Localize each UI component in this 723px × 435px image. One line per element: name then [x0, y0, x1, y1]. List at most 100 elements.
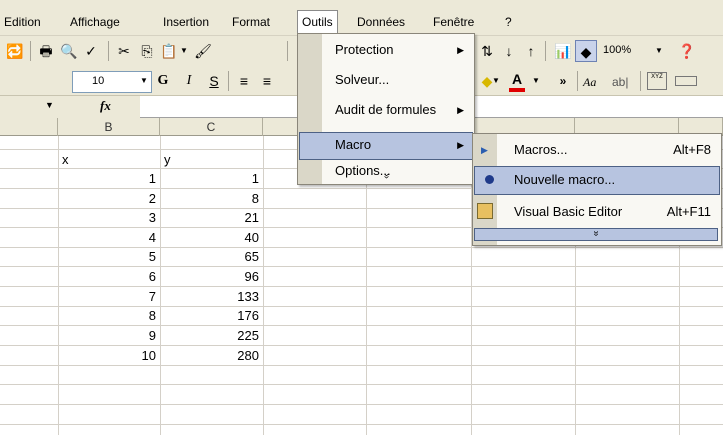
font-size-value: 10 — [92, 75, 105, 87]
cell-y[interactable]: 176 — [160, 306, 259, 325]
menu-item-protection[interactable]: Protection ▶ — [298, 36, 472, 64]
sort-icon[interactable]: ⇅ — [476, 40, 498, 62]
cell-y[interactable]: 21 — [160, 208, 259, 227]
separator — [30, 41, 31, 61]
cell-x[interactable]: 6 — [58, 267, 156, 286]
xyz-frame-icon[interactable]: XYZ — [647, 72, 667, 90]
cell-y[interactable]: 96 — [160, 267, 259, 286]
cell-x[interactable]: 10 — [58, 346, 156, 365]
toolbar-options-icon[interactable]: » — [552, 70, 574, 92]
cell-x[interactable]: 7 — [58, 287, 156, 306]
font-color-bar — [509, 88, 525, 92]
column-header-b[interactable]: B — [58, 118, 160, 136]
permission-icon[interactable]: 🔁 — [4, 40, 26, 62]
separator — [287, 41, 288, 61]
cell-y[interactable]: 1 — [160, 169, 259, 188]
align-left-icon[interactable]: ≡ — [233, 70, 255, 92]
menu-bar: Edition Affichage Insertion Format Outil… — [0, 0, 723, 36]
menu-item-label: Macro — [335, 137, 372, 152]
menu-fenetre[interactable]: Fenêtre — [433, 13, 474, 31]
ab-sample[interactable]: ab| — [612, 75, 628, 89]
menu-edition[interactable]: Edition — [4, 13, 41, 31]
play-icon: ▶ — [481, 145, 488, 155]
expand-menu-icon: » — [590, 230, 602, 237]
menu-item-label: Protection — [335, 42, 394, 57]
name-box[interactable]: ▼ fx — [0, 96, 140, 118]
font-color-button[interactable]: A — [506, 68, 528, 90]
cell-y[interactable]: 133 — [160, 287, 259, 306]
grid-line — [0, 404, 723, 405]
zoom-select[interactable]: 100% — [600, 41, 655, 61]
cell-x[interactable]: 5 — [58, 247, 156, 266]
expand-submenu-button[interactable]: » — [474, 228, 718, 241]
print-preview-icon[interactable]: 🔍 — [58, 40, 80, 62]
menu-item-shortcut: Alt+F8 — [673, 142, 711, 157]
record-dot-icon — [485, 175, 494, 184]
expand-menu-icon[interactable]: » — [380, 88, 392, 264]
bold-button[interactable]: G — [152, 70, 174, 92]
menu-item-label: Macros... — [514, 142, 568, 157]
spelling-icon[interactable]: ✓ — [80, 40, 102, 62]
font-size-select[interactable]: 10 ▼ — [72, 71, 152, 93]
cell-x[interactable]: 4 — [58, 228, 156, 247]
separator — [577, 71, 578, 91]
underline-button[interactable]: S — [203, 70, 225, 92]
help-icon[interactable]: ❓ — [676, 40, 698, 62]
macro-submenu: ▶ Macros... Alt+F8 Nouvelle macro... Vis… — [472, 133, 722, 246]
select-all-corner[interactable] — [0, 118, 58, 136]
cell-x[interactable]: 2 — [58, 189, 156, 208]
chevron-down-icon[interactable]: ▼ — [137, 72, 151, 90]
cell-y[interactable]: 8 — [160, 189, 259, 208]
grid-line — [0, 384, 723, 385]
cut-icon[interactable]: ✂ — [113, 40, 135, 62]
cell-y-header[interactable]: y — [164, 150, 171, 169]
submenu-arrow-icon: ▶ — [457, 140, 464, 150]
font-color-letter: A — [511, 71, 523, 87]
grid-line — [0, 424, 723, 425]
chevron-down-icon[interactable]: ▼ — [45, 100, 54, 110]
chevron-down-icon[interactable]: ▼ — [178, 40, 190, 62]
separator — [545, 41, 546, 61]
cell-y[interactable]: 65 — [160, 247, 259, 266]
sort-ascending-icon[interactable]: ↓ — [498, 40, 520, 62]
menu-affichage[interactable]: Affichage — [70, 13, 120, 31]
sort-descending-icon[interactable]: ↑ — [520, 40, 542, 62]
drawing-icon[interactable]: ◆ — [575, 40, 597, 62]
cell-x[interactable]: 3 — [58, 208, 156, 227]
separator — [108, 41, 109, 61]
submenu-arrow-icon: ▶ — [457, 105, 464, 115]
cell-x-header[interactable]: x — [62, 150, 69, 169]
cell-y[interactable]: 40 — [160, 228, 259, 247]
separator — [640, 71, 641, 91]
cell-x[interactable]: 8 — [58, 306, 156, 325]
menu-donnees[interactable]: Données — [357, 13, 405, 31]
vbe-icon — [477, 203, 493, 219]
outils-menu: Protection ▶ Solveur... Audit de formule… — [297, 33, 475, 185]
print-icon[interactable]: 🖶 — [35, 40, 57, 62]
xyz-label: XYZ — [651, 74, 663, 80]
chart-wizard-icon[interactable]: 📊 — [552, 40, 574, 62]
menu-format[interactable]: Format — [232, 13, 270, 31]
cell-y[interactable]: 280 — [160, 346, 259, 365]
cell-x[interactable]: 9 — [58, 326, 156, 345]
textbox-icon[interactable] — [675, 76, 697, 86]
italic-button[interactable]: I — [178, 70, 200, 92]
menu-item-shortcut: Alt+F11 — [666, 204, 711, 219]
submenu-arrow-icon: ▶ — [457, 45, 464, 55]
align-center-icon[interactable]: ≡ — [256, 70, 278, 92]
cell-y[interactable]: 225 — [160, 326, 259, 345]
column-header-c[interactable]: C — [160, 118, 263, 136]
zoom-dropdown-icon[interactable]: ▼ — [652, 40, 666, 62]
copy-icon[interactable]: ⎘ — [136, 40, 158, 62]
menu-insertion[interactable]: Insertion — [163, 13, 209, 31]
chevron-down-icon[interactable]: ▼ — [530, 70, 542, 92]
menu-help[interactable]: ? — [505, 13, 512, 31]
format-painter-icon[interactable]: 🖌 — [192, 40, 214, 62]
grid-line — [0, 365, 723, 366]
style-sample[interactable]: Aa — [583, 75, 596, 90]
paste-icon[interactable]: 📋 — [158, 40, 180, 62]
fx-icon[interactable]: fx — [100, 98, 111, 114]
cell-x[interactable]: 1 — [58, 169, 156, 188]
chevron-down-icon[interactable]: ▼ — [490, 70, 502, 92]
menu-item-label: Visual Basic Editor — [514, 204, 623, 219]
